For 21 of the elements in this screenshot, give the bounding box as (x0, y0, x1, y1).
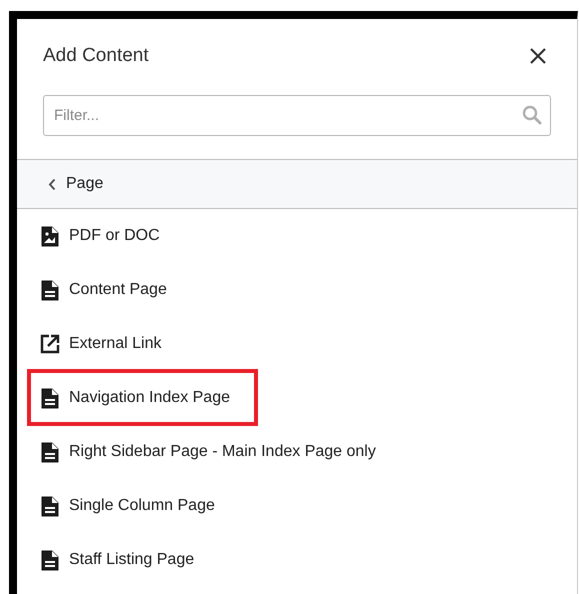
filter-field[interactable]: Filter... (43, 95, 551, 136)
back-button[interactable]: Page (17, 159, 577, 209)
document-icon (41, 442, 59, 462)
panel-title: Add Content (43, 45, 149, 67)
external-link-icon (40, 334, 60, 354)
document-icon (41, 280, 59, 300)
content-type-link[interactable]: Content Page (69, 281, 167, 299)
document-icon (41, 550, 59, 570)
document-icon (41, 496, 59, 516)
close-icon (529, 47, 547, 65)
close-button[interactable] (529, 47, 547, 65)
chevron-left-icon (48, 178, 56, 190)
content-type-link[interactable]: PDF or DOC (69, 227, 160, 245)
document-icon (41, 388, 59, 408)
content-type-link[interactable]: Single Column Page (69, 497, 215, 515)
image-document-icon (41, 226, 59, 246)
content-type-link[interactable]: Right Sidebar Page - Main Index Page only (69, 443, 376, 461)
search-icon (522, 105, 542, 125)
content-type-link[interactable]: External Link (69, 335, 162, 353)
content-type-link[interactable]: Staff Listing Page (69, 551, 194, 569)
content-type-link[interactable]: Navigation Index Page (69, 389, 230, 407)
